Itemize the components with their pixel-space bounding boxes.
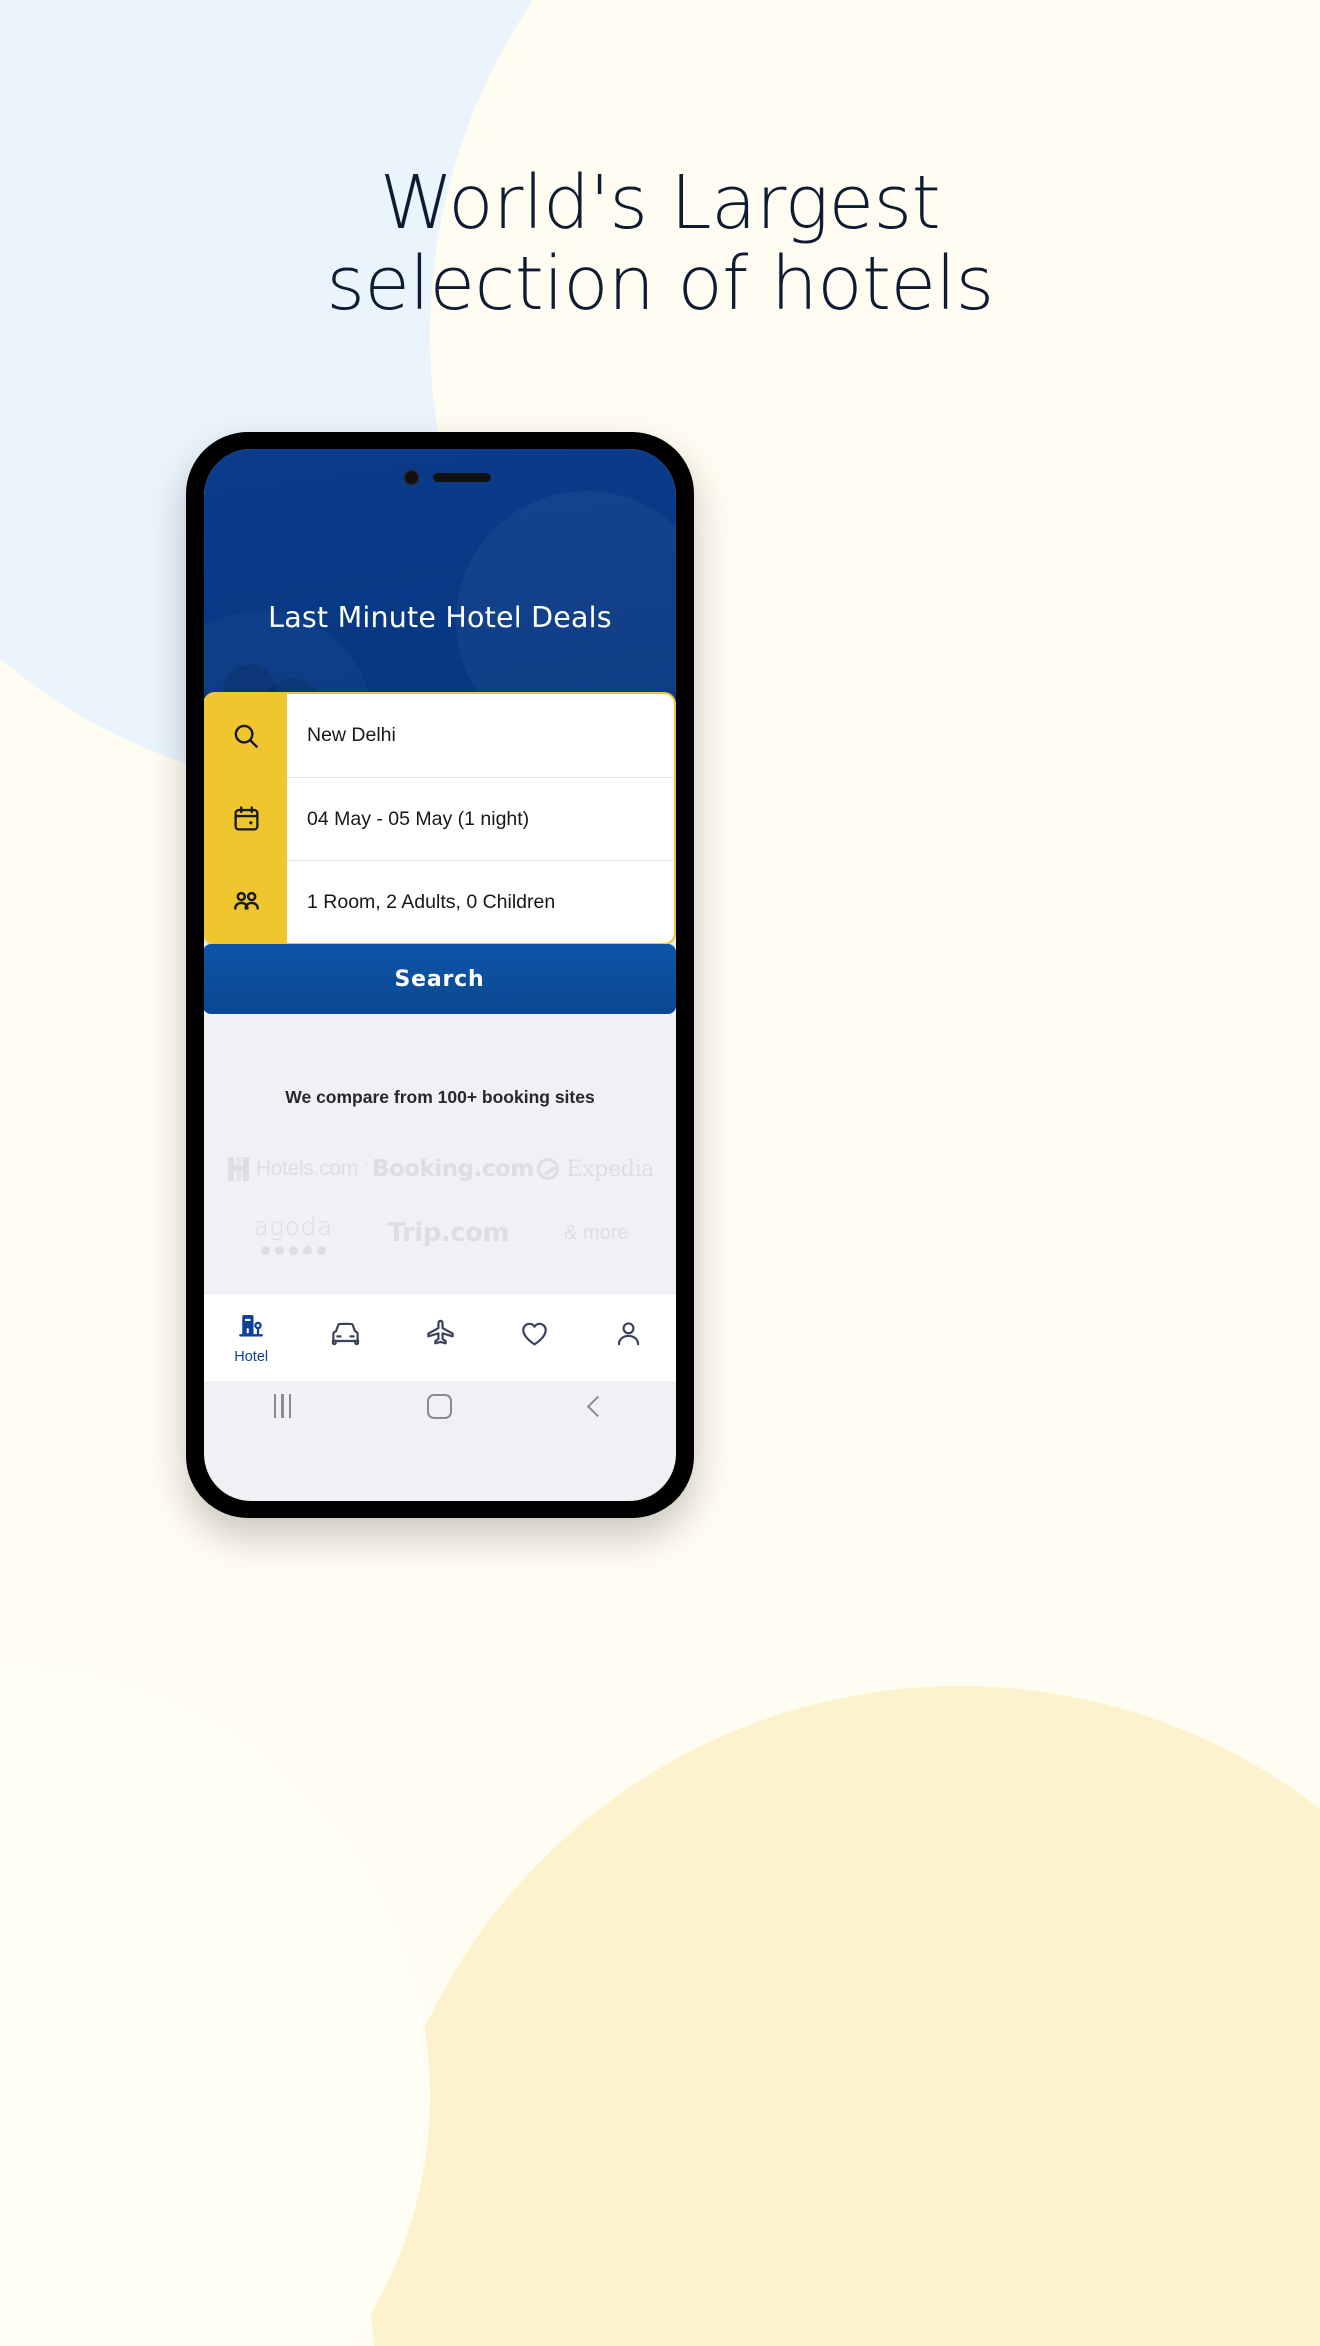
earpiece-speaker (433, 473, 491, 482)
search-icon (205, 694, 287, 777)
decorative-white-blob (0, 1666, 430, 2346)
search-card-icon-column (205, 694, 287, 943)
agoda-dots-icon (260, 1245, 326, 1255)
bottom-tab-bar: Hotel (204, 1293, 676, 1381)
decorative-yellow-blob (370, 1686, 1320, 2346)
trip-com-logo: Trip.com (387, 1218, 510, 1248)
tab-profile[interactable] (582, 1318, 676, 1358)
expedia-label: Expedia (566, 1156, 655, 1182)
guests-icon (205, 860, 287, 943)
tab-flight[interactable] (393, 1318, 487, 1358)
profile-icon (613, 1318, 644, 1354)
tab-favorites[interactable] (487, 1318, 581, 1358)
flight-icon (425, 1318, 456, 1354)
heart-icon (519, 1318, 550, 1354)
hotels-com-label: Hotels.com (255, 1157, 358, 1180)
recents-icon[interactable] (204, 1394, 361, 1418)
partner-logo-row-1: Hotels.com ˜ Booking.com Expedia (226, 1137, 656, 1201)
car-icon (330, 1318, 361, 1354)
more-partners-label: & more (564, 1221, 629, 1244)
home-icon[interactable] (361, 1393, 518, 1419)
android-system-nav (204, 1381, 676, 1431)
page-headline: World's Largest selection of hotels (0, 160, 1320, 328)
compare-sites-label: We compare from 100+ booking sites (285, 1087, 595, 1107)
partner-logo-grid: Hotels.com ˜ Booking.com Expedia agoda T… (226, 1137, 656, 1265)
front-camera-icon (403, 469, 420, 486)
search-card-fields: New Delhi 04 May - 05 May (1 night) 1 Ro… (287, 694, 674, 943)
expedia-mark-icon (537, 1158, 560, 1180)
hotels-com-trademark: ˜ (364, 1163, 369, 1175)
tab-hotel[interactable]: Hotel (204, 1310, 298, 1365)
expedia-logo: Expedia (537, 1157, 654, 1182)
destination-input[interactable]: New Delhi (287, 694, 674, 777)
phone-mockup-frame: Last Minute Hotel Deals New Delhi 04 May… (186, 432, 694, 1518)
search-button[interactable]: Search (204, 944, 676, 1014)
hotels-com-logo: Hotels.com ˜ (227, 1157, 369, 1181)
search-card: New Delhi 04 May - 05 May (1 night) 1 Ro… (204, 692, 676, 945)
booking-com-logo: Booking.com (372, 1156, 534, 1182)
guests-input[interactable]: 1 Room, 2 Adults, 0 Children (287, 860, 674, 943)
app-hero-header: Last Minute Hotel Deals (204, 449, 676, 731)
trip-com-label: Trip.com (387, 1218, 510, 1248)
booking-com-label: Booking.com (371, 1156, 534, 1182)
dates-input[interactable]: 04 May - 05 May (1 night) (287, 777, 674, 860)
phone-screen: Last Minute Hotel Deals New Delhi 04 May… (204, 449, 676, 1501)
calendar-icon (205, 777, 287, 860)
app-body: New Delhi 04 May - 05 May (1 night) 1 Ro… (204, 692, 676, 1431)
tab-hotel-label: Hotel (234, 1349, 269, 1365)
back-icon[interactable] (519, 1395, 676, 1417)
agoda-logo: agoda (253, 1212, 332, 1255)
headline-line-1: World's Largest (379, 160, 941, 246)
hotel-icon (236, 1310, 266, 1345)
hotels-com-mark-icon (227, 1157, 249, 1181)
app-title: Last Minute Hotel Deals (268, 601, 612, 634)
tab-car[interactable] (298, 1318, 392, 1358)
agoda-label: agoda (253, 1211, 333, 1241)
partner-logo-row-2: agoda Trip.com & more (226, 1201, 656, 1265)
headline-line-2: selection of hotels (326, 241, 994, 328)
